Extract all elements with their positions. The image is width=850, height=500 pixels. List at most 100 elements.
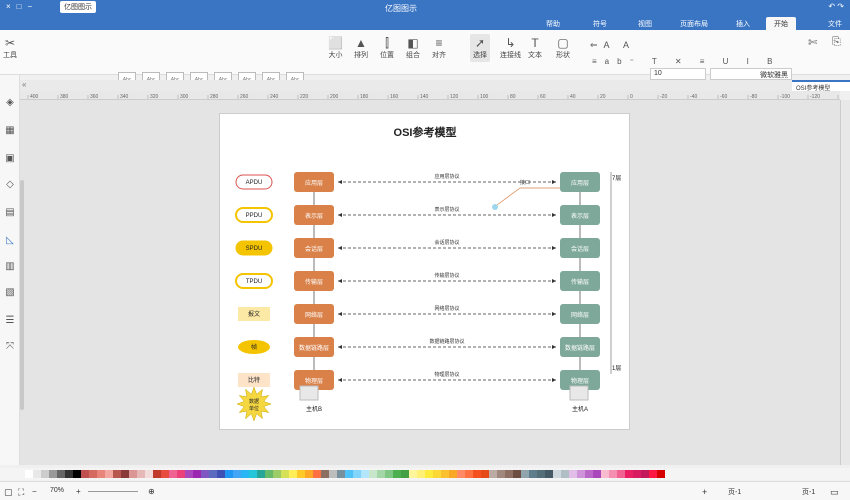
position-button[interactable]: ⫿ 位置 (380, 36, 394, 60)
tab-file[interactable]: 文件 (820, 17, 850, 30)
color-swatch[interactable] (97, 470, 105, 478)
color-swatch[interactable] (281, 470, 289, 478)
save-icon[interactable]: ▧ (4, 287, 16, 299)
color-swatch[interactable] (225, 470, 233, 478)
color-swatch[interactable] (305, 470, 313, 478)
color-swatch[interactable] (369, 470, 377, 478)
tab-insert[interactable]: 插入 (728, 17, 758, 30)
color-swatch[interactable] (177, 470, 185, 478)
color-swatch[interactable] (601, 470, 609, 478)
color-swatch[interactable] (377, 470, 385, 478)
color-swatch[interactable] (113, 470, 121, 478)
redo-icon[interactable]: ↷ (837, 2, 844, 11)
connector-tool-button[interactable]: ↳ 连接线 (500, 36, 521, 60)
color-swatch[interactable] (585, 470, 593, 478)
vertical-scrollbar[interactable] (20, 180, 24, 410)
color-swatch[interactable] (489, 470, 497, 478)
color-swatch[interactable] (257, 470, 265, 478)
color-swatch[interactable] (481, 470, 489, 478)
color-swatch[interactable] (641, 470, 649, 478)
color-swatch[interactable] (265, 470, 273, 478)
color-swatch[interactable] (609, 470, 617, 478)
color-swatch[interactable] (81, 470, 89, 478)
tab-home[interactable]: 开始 (766, 17, 796, 30)
color-swatch[interactable] (73, 470, 81, 478)
color-swatch[interactable] (417, 470, 425, 478)
color-swatch[interactable] (185, 470, 193, 478)
color-swatch[interactable] (433, 470, 441, 478)
color-swatch[interactable] (337, 470, 345, 478)
text-tool-button[interactable]: T 文本 (528, 36, 542, 60)
color-swatch[interactable] (89, 470, 97, 478)
chart-icon[interactable]: ◺ (4, 235, 16, 247)
color-swatch[interactable] (569, 470, 577, 478)
fill-icon[interactable]: ◈ (4, 97, 16, 109)
table-icon[interactable]: ▥ (4, 261, 16, 273)
replace-icon[interactable]: ✄ (808, 36, 817, 49)
color-swatch[interactable] (297, 470, 305, 478)
fit-icon[interactable]: ▢ (4, 487, 13, 498)
color-swatch[interactable] (273, 470, 281, 478)
color-swatch[interactable] (529, 470, 537, 478)
grid-icon[interactable]: ▦ (4, 125, 16, 137)
arrange-button[interactable]: ▲ 排列 (354, 36, 368, 60)
zoom-reset-icon[interactable]: ⊕ (148, 487, 155, 496)
color-swatch[interactable] (241, 470, 249, 478)
tab-help[interactable]: 帮助 (538, 17, 568, 30)
color-swatch[interactable] (505, 470, 513, 478)
color-swatch[interactable] (633, 470, 641, 478)
color-swatch[interactable] (161, 470, 169, 478)
color-swatch[interactable] (465, 470, 473, 478)
diagram-page[interactable]: OSI参考模型 7层 1层 应用层 应用层 应用层协议 APDU 表示层 表示层 表示层协议 PP… (219, 113, 630, 430)
color-swatch[interactable] (425, 470, 433, 478)
expand-icon[interactable]: ⛶ (18, 487, 24, 498)
color-swatch[interactable] (561, 470, 569, 478)
zoom-level[interactable]: 70% (50, 487, 64, 494)
undo-icon[interactable]: ↶ (828, 2, 835, 11)
color-swatch[interactable] (409, 470, 417, 478)
close-icon[interactable]: × (6, 2, 11, 11)
color-swatch[interactable] (145, 470, 153, 478)
copy-icon[interactable]: ⎘ (832, 36, 841, 49)
expand-icon[interactable]: ⤧ (4, 341, 16, 353)
color-swatch[interactable] (121, 470, 129, 478)
color-swatch[interactable] (457, 470, 465, 478)
color-swatch[interactable] (105, 470, 113, 478)
color-swatch[interactable] (593, 470, 601, 478)
minimize-icon[interactable]: − (28, 2, 33, 11)
color-swatch[interactable] (385, 470, 393, 478)
color-swatch[interactable] (137, 470, 145, 478)
color-swatch[interactable] (617, 470, 625, 478)
color-swatch[interactable] (449, 470, 457, 478)
color-swatch[interactable] (657, 470, 665, 478)
color-swatch[interactable] (513, 470, 521, 478)
layers-icon[interactable]: ◇ (4, 179, 16, 191)
pages-icon[interactable]: ▭ (830, 487, 839, 498)
zoom-in-icon[interactable]: + (76, 487, 81, 496)
font-size-select[interactable]: 10 (650, 68, 706, 80)
color-swatch[interactable] (321, 470, 329, 478)
zoom-slider[interactable] (88, 491, 138, 492)
add-page-button[interactable]: + (702, 487, 707, 497)
color-swatch[interactable] (65, 470, 73, 478)
color-swatch[interactable] (649, 470, 657, 478)
color-swatch[interactable] (193, 470, 201, 478)
collapse-icon[interactable]: « (22, 80, 26, 89)
color-swatch[interactable] (233, 470, 241, 478)
color-swatch[interactable] (353, 470, 361, 478)
brand-badge[interactable]: 亿图图示 (60, 1, 96, 13)
color-swatch[interactable] (441, 470, 449, 478)
font-family-select[interactable]: 微软雅黑 (710, 68, 792, 80)
color-swatch[interactable] (329, 470, 337, 478)
align-button[interactable]: ≡ 对齐 (432, 36, 446, 60)
color-swatch[interactable] (217, 470, 225, 478)
list-icon[interactable]: ☰ (4, 315, 16, 327)
color-swatch[interactable] (497, 470, 505, 478)
tool-group[interactable]: ✂ 工具 (3, 36, 17, 60)
tab-symbols[interactable]: 符号 (585, 17, 615, 30)
color-swatch[interactable] (393, 470, 401, 478)
size-button[interactable]: ⬜ 大小 (328, 36, 343, 60)
color-swatch[interactable] (577, 470, 585, 478)
color-swatch[interactable] (545, 470, 553, 478)
color-swatch[interactable] (129, 470, 137, 478)
